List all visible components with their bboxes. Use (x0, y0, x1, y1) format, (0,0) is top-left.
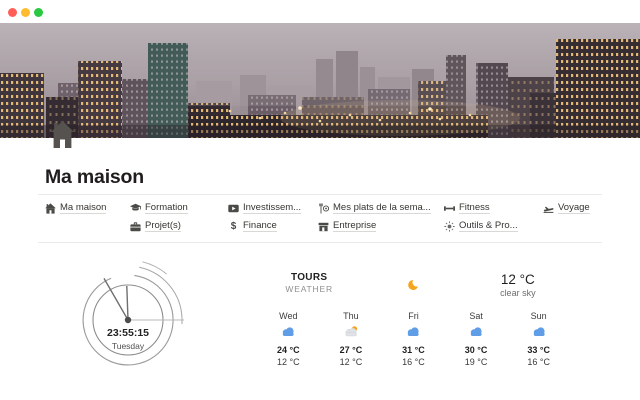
window-titlebar (0, 0, 640, 23)
analog-clock-face (56, 258, 206, 372)
current-condition: clear sky (466, 288, 570, 298)
page-link-label: Ma maison (60, 202, 106, 215)
page-link-label: Entreprise (333, 220, 376, 233)
cover-image-city-skyline (0, 23, 640, 138)
page-link-outils[interactable]: Outils & Pro... (444, 219, 543, 233)
forecast-low-temp: 16 °C (382, 357, 445, 367)
weather-location-name: TOURS (257, 272, 361, 283)
page-link-label: Projet(s) (145, 220, 181, 233)
page-link-label: Mes plats de la sema... (333, 202, 431, 215)
page-link-voyage[interactable]: Voyage (543, 201, 605, 215)
notion-window: Ma maison Ma maison (0, 0, 640, 400)
forecast-day-sun: Sun 33 °C 16 °C (507, 311, 570, 367)
page-link-label: Fitness (459, 202, 490, 215)
weather-location: TOURS WEATHER (257, 272, 361, 298)
current-temperature: 12 °C (466, 272, 570, 287)
cloud-icon (257, 325, 320, 342)
page-link-fitness[interactable]: Fitness (444, 201, 543, 215)
forecast-low-temp: 16 °C (507, 357, 570, 367)
page-link-entreprise[interactable]: Entreprise (318, 219, 444, 233)
clock-widget: 23:55:15 Tuesday (56, 258, 206, 372)
zoom-window-button[interactable] (34, 8, 43, 17)
nav-column-4: Mes plats de la sema... Entreprise (318, 201, 444, 233)
page-link-projets[interactable]: Projet(s) (130, 219, 228, 233)
clock-day: Tuesday (56, 341, 200, 351)
weather-forecast-row: Wed 24 °C 12 °C Thu (257, 311, 570, 367)
clock-time: 23:55:15 (56, 327, 200, 339)
airplane-icon (543, 203, 554, 214)
forecast-high-temp: 33 °C (507, 345, 570, 355)
page-link-mes-plats[interactable]: Mes plats de la sema... (318, 201, 444, 215)
page-link-label: Voyage (558, 202, 590, 215)
page-link-grid: Ma maison Formation (45, 201, 605, 233)
page-link-finance[interactable]: $ Finance (228, 219, 318, 233)
forecast-day-wed: Wed 24 °C 12 °C (257, 311, 320, 367)
forecast-day-sat: Sat 30 °C 19 °C (445, 311, 508, 367)
nav-column-2: Formation Projet(s) (130, 201, 228, 233)
forecast-low-temp: 19 °C (445, 357, 508, 367)
nav-column-5: Fitness Outils & Pro... (444, 201, 543, 233)
nav-column-1: Ma maison (45, 201, 130, 233)
weather-header: TOURS WEATHER 12 °C clear sky (257, 272, 570, 298)
divider-bottom (38, 242, 602, 243)
page-house-icon[interactable] (51, 121, 74, 148)
partly-cloudy-icon (320, 325, 383, 342)
briefcase-icon (130, 221, 141, 232)
forecast-day-thu: Thu 27 °C 12 °C (320, 311, 383, 367)
forecast-high-temp: 24 °C (257, 345, 320, 355)
storefront-icon (318, 221, 329, 232)
meal-icon (318, 203, 329, 214)
forecast-high-temp: 27 °C (320, 345, 383, 355)
weather-current: 12 °C clear sky (466, 272, 570, 298)
weather-location-label: WEATHER (257, 284, 361, 294)
page-link-label: Formation (145, 202, 188, 215)
close-window-button[interactable] (8, 8, 17, 17)
divider-top (38, 194, 602, 195)
forecast-day-fri: Fri 31 °C 16 °C (382, 311, 445, 367)
forecast-high-temp: 30 °C (445, 345, 508, 355)
nav-column-3: Investissem... $ Finance (228, 201, 318, 233)
forecast-high-temp: 31 °C (382, 345, 445, 355)
page-link-label: Outils & Pro... (459, 220, 518, 233)
cloud-icon (445, 325, 508, 342)
forecast-low-temp: 12 °C (320, 357, 383, 367)
page-link-formation[interactable]: Formation (130, 201, 228, 215)
forecast-day-name: Wed (257, 311, 320, 321)
card-arrow-icon (228, 203, 239, 214)
forecast-day-name: Sun (507, 311, 570, 321)
crescent-moon-icon (361, 272, 465, 298)
forecast-day-name: Fri (382, 311, 445, 321)
page-link-investissements[interactable]: Investissem... (228, 201, 318, 215)
page-title[interactable]: Ma maison (45, 166, 144, 189)
sun-icon (444, 221, 455, 232)
minimize-window-button[interactable] (21, 8, 30, 17)
cloud-icon (507, 325, 570, 342)
forecast-low-temp: 12 °C (257, 357, 320, 367)
dollar-icon: $ (228, 221, 239, 232)
page-link-ma-maison[interactable]: Ma maison (45, 201, 130, 215)
forecast-day-name: Thu (320, 311, 383, 321)
dumbbell-icon (444, 203, 455, 214)
nav-column-6: Voyage (543, 201, 605, 233)
house-icon (45, 203, 56, 214)
forecast-day-name: Sat (445, 311, 508, 321)
page-link-label: Investissem... (243, 202, 301, 215)
cloud-icon (382, 325, 445, 342)
graduation-cap-icon (130, 203, 141, 214)
page-link-label: Finance (243, 220, 277, 233)
weather-widget: TOURS WEATHER 12 °C clear sky Wed (257, 272, 570, 367)
